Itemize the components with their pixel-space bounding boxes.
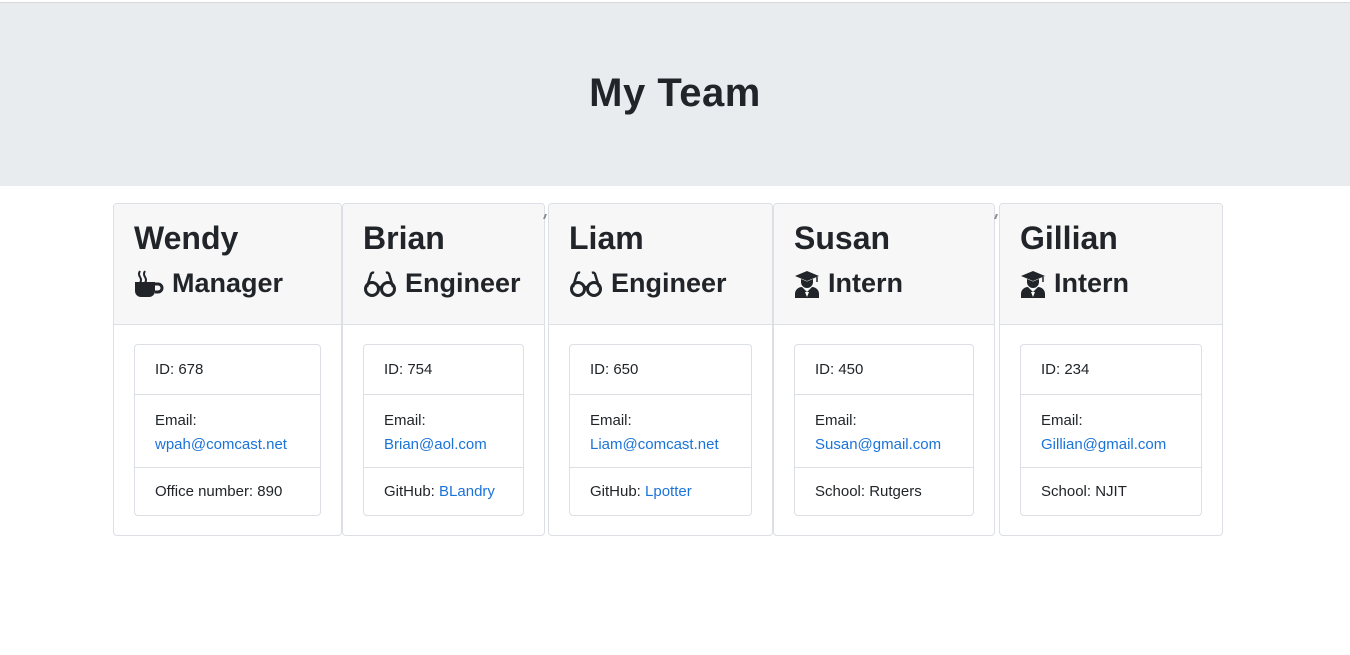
- role-label: Manager: [172, 268, 284, 298]
- employee-details: ID: 450 Email: Susan@gmail.com School: R…: [794, 344, 974, 516]
- card-header: Liam Engineer: [549, 204, 772, 325]
- employee-email-item: Email: Liam@comcast.net: [570, 394, 751, 467]
- email-link[interactable]: Liam@comcast.net: [590, 436, 719, 453]
- coffee-icon: [135, 269, 164, 297]
- card-header: Gillian Intern: [1000, 204, 1222, 325]
- employee-id: ID: 754: [384, 361, 433, 378]
- graduate-icon: [1021, 270, 1045, 298]
- role-label: Engineer: [405, 268, 521, 298]
- stray-mark: [994, 214, 998, 219]
- card-header: Wendy Manager: [114, 204, 341, 325]
- employee-id: ID: 678: [155, 361, 204, 378]
- github-label: GitHub:: [590, 483, 641, 500]
- employee-card: Gillian Intern ID: 234 Email: Gillian@gm…: [999, 203, 1223, 536]
- employee-name: Susan: [794, 220, 891, 256]
- email-label: Email:: [384, 412, 426, 429]
- graduate-icon: [795, 270, 819, 298]
- employee-name: Liam: [569, 220, 644, 256]
- card-header: Susan Intern: [774, 204, 994, 325]
- employee-email-item: Email: wpah@comcast.net: [135, 394, 320, 467]
- employee-details: ID: 678 Email: wpah@comcast.net Office n…: [134, 344, 321, 516]
- email-label: Email:: [1041, 412, 1083, 429]
- employee-name: Gillian: [1020, 220, 1118, 256]
- employee-email-item: Email: Susan@gmail.com: [795, 394, 973, 467]
- employee-card: Wendy Manager ID: 678 Email: wpah@comcas…: [113, 203, 342, 536]
- employee-email-item: Email: Brian@aol.com: [364, 394, 523, 467]
- page-title: My Team: [589, 71, 761, 115]
- employee-role: Intern: [794, 268, 903, 299]
- office-number: Office number: 890: [135, 467, 320, 515]
- employee-id: ID: 234: [1041, 361, 1090, 378]
- page-header: My Team: [0, 3, 1350, 186]
- employee-name: Wendy: [134, 220, 239, 256]
- email-label: Email:: [155, 412, 197, 429]
- employee-name: Brian: [363, 220, 445, 256]
- employee-role: Manager: [134, 268, 283, 299]
- email-label: Email:: [590, 412, 632, 429]
- role-label: Engineer: [611, 268, 727, 298]
- glasses-icon: [364, 270, 396, 297]
- employee-card: Liam Engineer ID: 650 Email: Liam@comcas…: [548, 203, 773, 536]
- employee-id: ID: 450: [815, 361, 864, 378]
- github-label: GitHub:: [384, 483, 435, 500]
- email-link[interactable]: Brian@aol.com: [384, 436, 487, 453]
- card-header: Brian Engineer: [343, 204, 544, 325]
- email-label: Email:: [815, 412, 857, 429]
- role-label: Intern: [828, 268, 904, 298]
- role-label: Intern: [1054, 268, 1130, 298]
- email-link[interactable]: Susan@gmail.com: [815, 436, 941, 453]
- email-link[interactable]: wpah@comcast.net: [155, 436, 287, 453]
- email-link[interactable]: Gillian@gmail.com: [1041, 436, 1166, 453]
- employee-details: ID: 234 Email: Gillian@gmail.com School:…: [1020, 344, 1202, 516]
- github-item: GitHub: Lpotter: [570, 467, 751, 515]
- employee-role: Engineer: [363, 268, 521, 299]
- employee-card: Brian Engineer ID: 754 Email: Brian@aol.…: [342, 203, 545, 536]
- github-link[interactable]: Lpotter: [645, 483, 692, 500]
- school-item: School: NJIT: [1021, 467, 1201, 515]
- school-item: School: Rutgers: [795, 467, 973, 515]
- github-link[interactable]: BLandry: [439, 483, 495, 500]
- employee-details: ID: 754 Email: Brian@aol.com GitHub: BLa…: [363, 344, 524, 516]
- employee-details: ID: 650 Email: Liam@comcast.net GitHub: …: [569, 344, 752, 516]
- employee-email-item: Email: Gillian@gmail.com: [1021, 394, 1201, 467]
- github-item: GitHub: BLandry: [364, 467, 523, 515]
- stray-mark: [543, 214, 547, 219]
- employee-role: Engineer: [569, 268, 727, 299]
- employee-id: ID: 650: [590, 361, 639, 378]
- employee-role: Intern: [1020, 268, 1129, 299]
- employee-card: Susan Intern ID: 450 Email: Susan@gmail.…: [773, 203, 995, 536]
- glasses-icon: [570, 270, 602, 297]
